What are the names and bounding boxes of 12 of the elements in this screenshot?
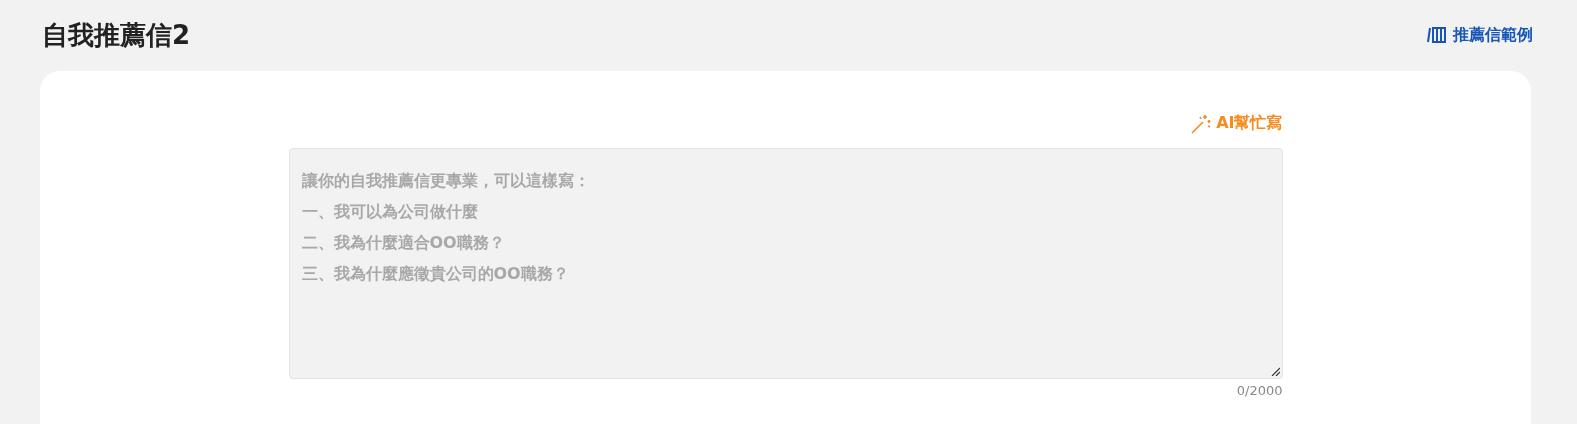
letter-field[interactable]: 讓你的自我推薦信更專業，可以這樣寫： 一、我可以為公司做什麼 二、我為什麼適合OO職務？ 三、我為什麼應徵貴公司的OO職務？ [288, 148, 1283, 379]
char-count: 0/2000 [1236, 383, 1283, 398]
placeholder-line: 一、我可以為公司做什麼 [301, 201, 478, 223]
page-title: 自我推薦信2 [42, 18, 191, 52]
resize-handle-icon[interactable] [1270, 367, 1280, 376]
ai-write-button[interactable]: AI幫忙寫 [1190, 113, 1283, 134]
placeholder-line: 二、我為什麼適合OO職務？ [301, 232, 505, 254]
magic-wand-icon [1190, 113, 1213, 134]
placeholder-line: 三、我為什麼應徵貴公司的OO職務？ [301, 263, 569, 285]
examples-link[interactable]: 推薦信範例 [1427, 24, 1533, 46]
placeholder-line: 讓你的自我推薦信更專業，可以這樣寫： [301, 170, 590, 192]
book-icon [1427, 26, 1447, 44]
